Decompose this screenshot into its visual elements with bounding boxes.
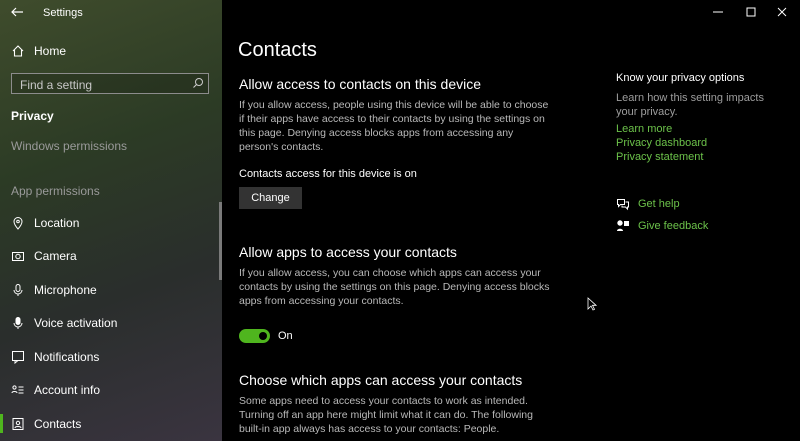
give-feedback-link[interactable]: Give feedback — [616, 219, 708, 233]
home-label: Home — [34, 44, 67, 58]
sidebar-item-label: Notifications — [34, 350, 100, 364]
sidebar-scrollbar[interactable] — [219, 202, 222, 280]
windows-permissions-heading: Windows permissions — [11, 139, 128, 153]
get-help-icon — [617, 199, 629, 211]
device-access-status: Contacts access for this device is on — [239, 168, 417, 180]
privacy-options-description: Learn how this setting impacts your priv… — [616, 92, 764, 118]
sidebar-item-notifications[interactable]: Notifications — [0, 342, 222, 372]
sidebar-item-location[interactable]: Location — [0, 208, 222, 238]
mouse-cursor-icon — [587, 297, 597, 311]
sidebar-item-label: Voice activation — [34, 316, 118, 330]
sidebar-item-label: Microphone — [34, 283, 97, 297]
home-nav[interactable]: Home — [0, 36, 222, 66]
section-title-privacy: Privacy — [11, 109, 54, 123]
sidebar: Settings Home Find a setting Privacy Win… — [0, 0, 222, 441]
sidebar-item-label: Account info — [34, 383, 101, 397]
give-feedback-label: Give feedback — [638, 220, 709, 232]
sidebar-item-label: Location — [34, 216, 80, 230]
toggle-knob — [259, 332, 267, 340]
get-help-label: Get help — [638, 198, 680, 210]
notifications-icon — [12, 351, 24, 364]
device-access-heading: Allow access to contacts on this device — [239, 76, 482, 92]
sidebar-item-contacts[interactable]: Contacts — [0, 409, 222, 439]
get-help-link[interactable]: Get help — [616, 197, 680, 211]
minimize-icon[interactable] — [710, 5, 726, 19]
give-feedback-icon — [617, 220, 629, 231]
apps-access-toggle[interactable] — [239, 329, 270, 343]
learn-more-link[interactable]: Learn more — [616, 123, 672, 135]
choose-apps-heading: Choose which apps can access your contac… — [239, 372, 523, 388]
voice-activation-icon — [13, 317, 23, 329]
sidebar-item-account-info[interactable]: Account info — [0, 375, 222, 405]
close-icon[interactable] — [774, 5, 790, 19]
privacy-dashboard-link[interactable]: Privacy dashboard — [616, 137, 707, 149]
sidebar-item-camera[interactable]: Camera — [0, 241, 222, 271]
search-input[interactable]: Find a setting — [11, 73, 209, 94]
privacy-statement-link[interactable]: Privacy statement — [616, 151, 703, 163]
sidebar-item-voice-activation[interactable]: Voice activation — [0, 308, 222, 338]
privacy-options-heading: Know your privacy options — [616, 72, 745, 84]
home-icon — [12, 45, 24, 57]
device-access-description: If you allow access, people using this d… — [239, 99, 549, 153]
maximize-icon[interactable] — [743, 5, 759, 19]
microphone-icon — [13, 284, 23, 296]
sidebar-item-label: Camera — [34, 249, 77, 263]
app-title: Settings — [43, 7, 83, 19]
sidebar-item-label: Contacts — [34, 417, 82, 431]
sidebar-item-microphone[interactable]: Microphone — [0, 275, 222, 305]
choose-apps-description: Some apps need to access your contacts t… — [239, 395, 533, 435]
search-icon[interactable] — [192, 77, 204, 89]
page-title: Contacts — [238, 39, 317, 61]
contacts-icon — [12, 418, 24, 430]
toggle-state-label: On — [278, 330, 293, 342]
camera-icon — [12, 252, 24, 261]
back-arrow-icon[interactable] — [10, 5, 24, 19]
app-permissions-heading: App permissions — [11, 184, 100, 198]
apps-access-heading: Allow apps to access your contacts — [239, 244, 457, 260]
account-info-icon — [11, 385, 24, 394]
location-icon — [13, 217, 23, 230]
search-placeholder: Find a setting — [20, 78, 93, 92]
change-button[interactable]: Change — [239, 187, 302, 209]
apps-access-description: If you allow access, you can choose whic… — [239, 267, 550, 307]
